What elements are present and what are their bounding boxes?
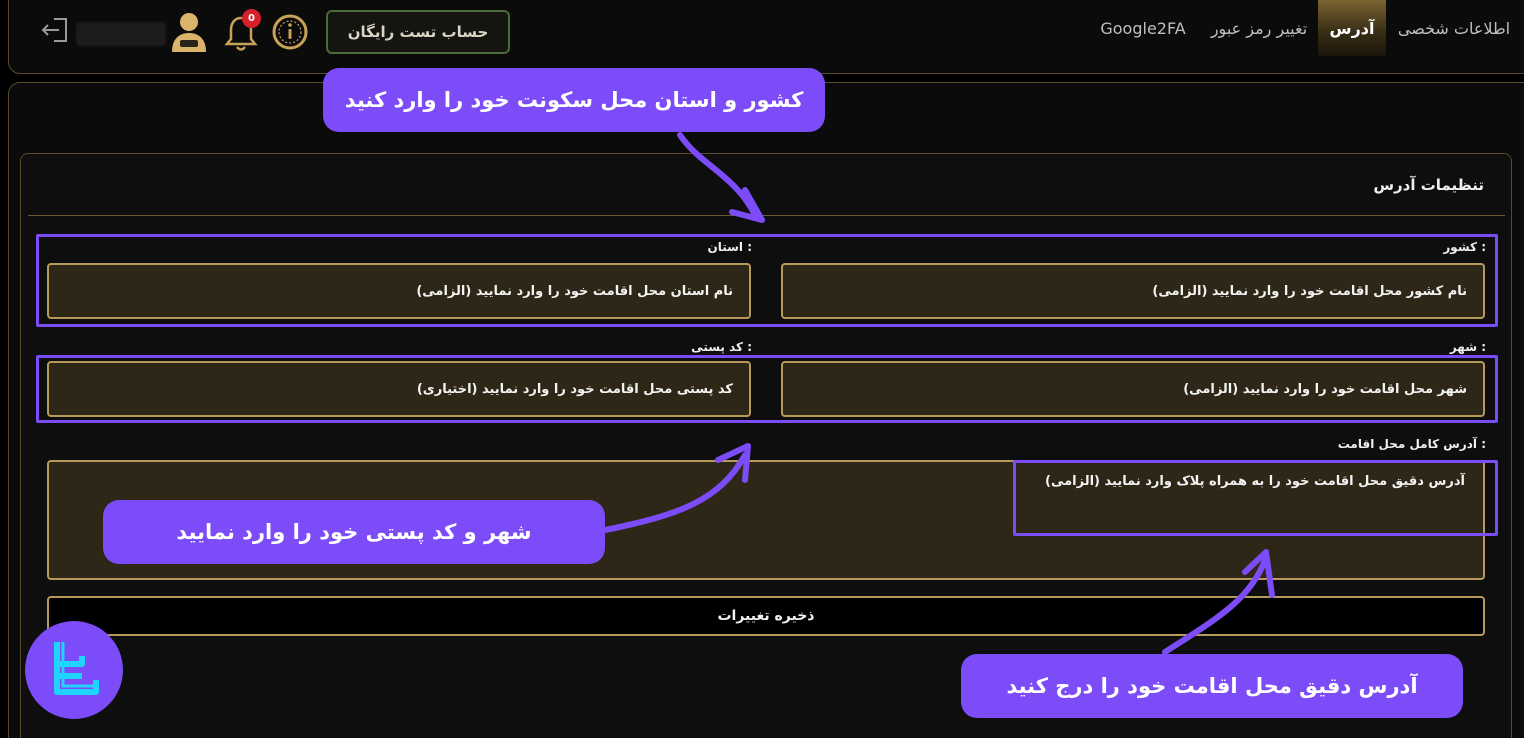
city-label: شهر : xyxy=(1449,340,1486,354)
callout-country-province: کشور و استان محل سکونت خود را وارد کنید xyxy=(323,68,825,132)
divider xyxy=(28,215,1505,216)
highlight-full-address xyxy=(1013,460,1498,536)
site-logo-icon xyxy=(25,621,123,719)
blurred-username xyxy=(76,22,166,46)
logout-icon[interactable] xyxy=(40,16,70,44)
tab-address[interactable]: آدرس xyxy=(1318,0,1386,56)
callout-full-address: آدرس دقیق محل اقامت خود را درج کنید xyxy=(961,654,1463,718)
save-changes-button[interactable]: ذخیره تغییرات xyxy=(47,596,1485,636)
free-trial-account-button[interactable]: حساب تست رایگان xyxy=(326,10,510,54)
notification-count-badge: 0 xyxy=(242,9,261,28)
callout-city-postal: شهر و کد پستی خود را وارد نمایید xyxy=(103,500,605,564)
user-avatar-icon[interactable] xyxy=(168,10,210,54)
tab-google2fa[interactable]: Google2FA xyxy=(1086,0,1200,56)
info-icon[interactable] xyxy=(271,13,309,51)
tab-personal-info[interactable]: اطلاعات شخصی xyxy=(1386,0,1522,56)
postal-code-label: کد پستی : xyxy=(691,340,752,354)
highlight-country-province xyxy=(36,234,1498,327)
full-address-label: آدرس کامل محل اقامت : xyxy=(1337,437,1486,451)
tab-change-password[interactable]: تغییر رمز عبور xyxy=(1200,0,1318,56)
card-title: تنظیمات آدرس xyxy=(1373,176,1484,194)
highlight-city-postal xyxy=(36,355,1498,423)
